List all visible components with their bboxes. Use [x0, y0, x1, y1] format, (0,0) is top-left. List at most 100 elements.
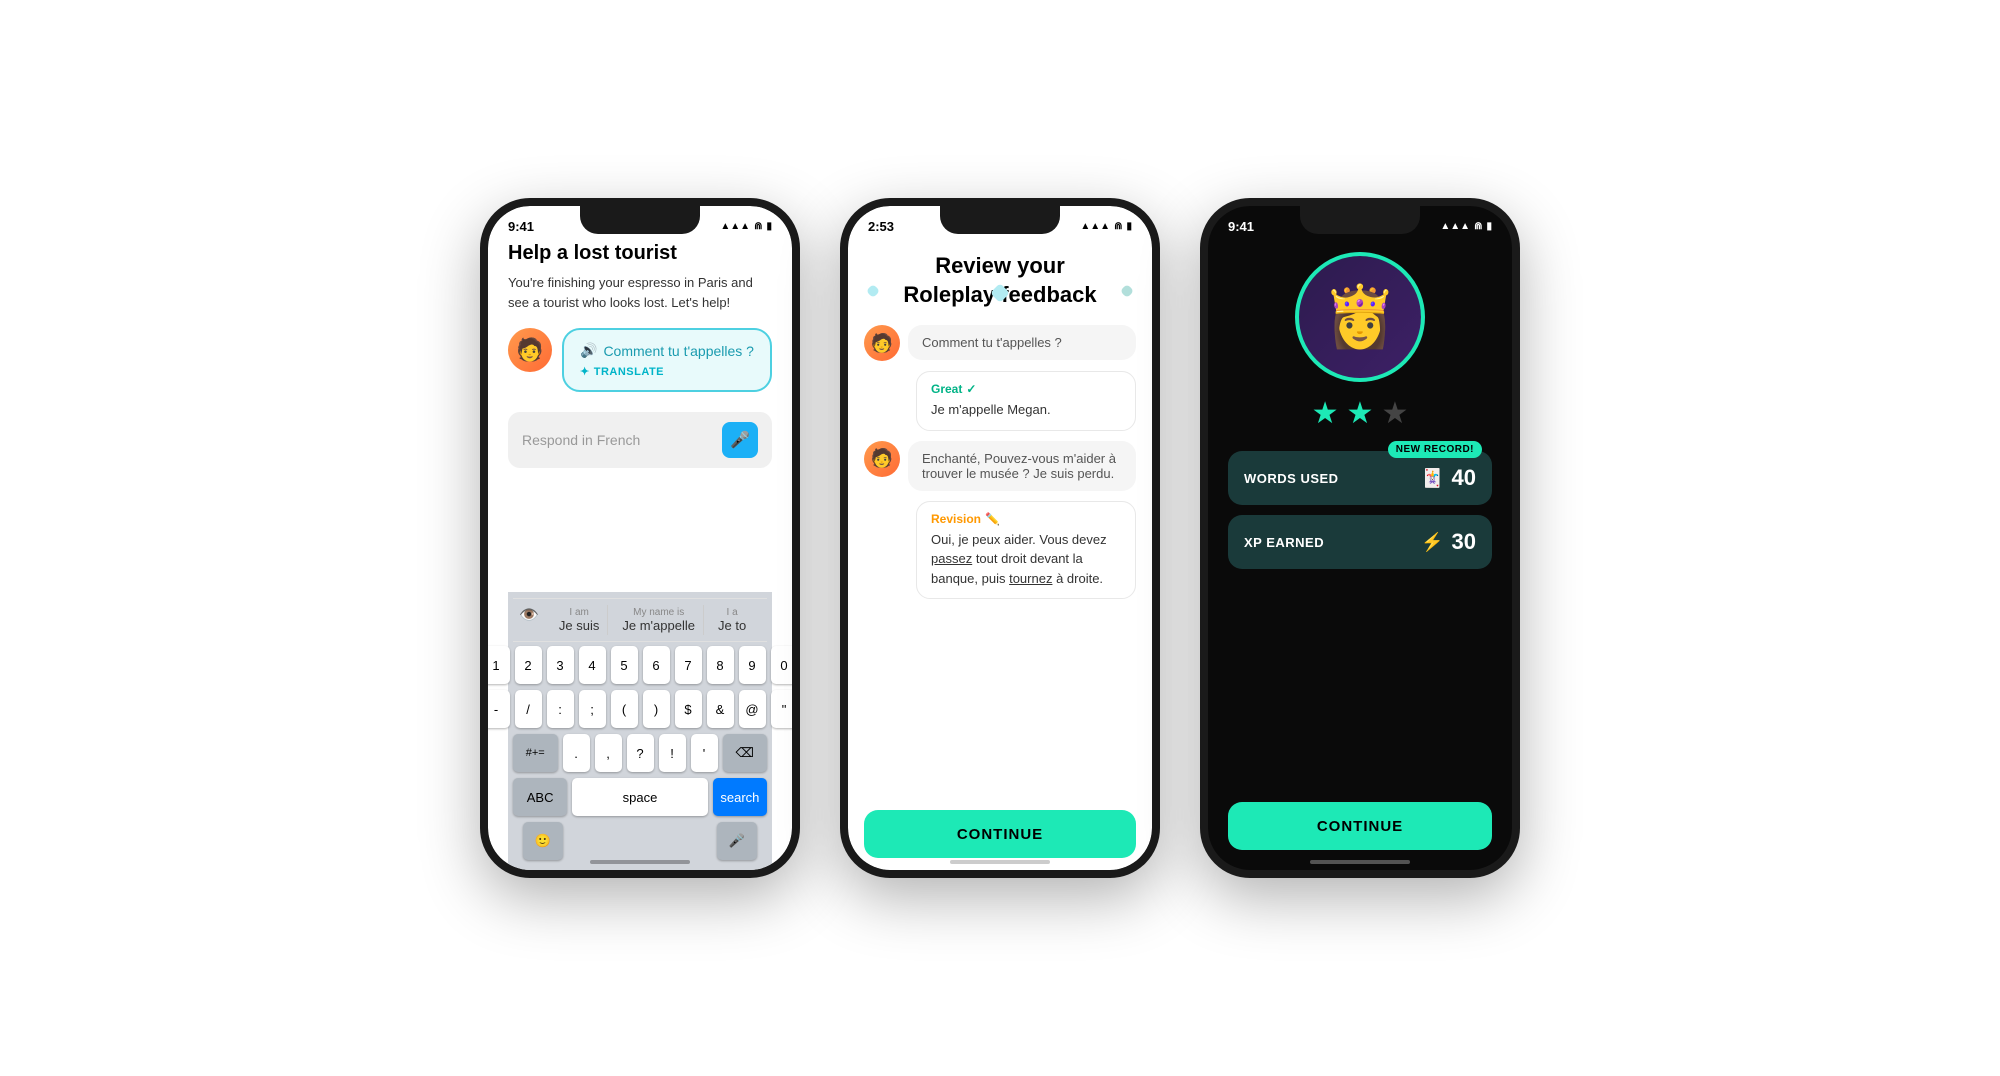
speech-bubble-1: 🔊 Comment tu t'appelles ? ✦ TRANSLATE [562, 328, 772, 392]
key-delete[interactable]: ⌫ [723, 734, 768, 772]
wifi-icon-3: ⋒ [1474, 221, 1482, 232]
battery-icon-2: ▮ [1126, 221, 1132, 232]
key-question[interactable]: ? [627, 734, 654, 772]
key-cparen[interactable]: ) [643, 690, 670, 728]
wifi-icon-1: ⋒ [754, 221, 762, 232]
suggestion-1[interactable]: I am Je suis [551, 605, 608, 635]
stars-row: ★ ★ ★ [1312, 396, 1409, 431]
translate-icon: ✦ [580, 365, 590, 378]
key-exclaim[interactable]: ! [659, 734, 686, 772]
npc-text-2: Enchanté, Pouvez-vous m'aider à trouver … [922, 451, 1116, 481]
status-icons-1: ▲▲▲ ⋒ ▮ [720, 221, 772, 232]
key-4[interactable]: 4 [579, 646, 606, 684]
key-row-numbers: 1 2 3 4 5 6 7 8 9 0 [513, 646, 767, 684]
npc-bubble-1: Comment tu t'appelles ? [908, 325, 1136, 360]
review-row-2: 🧑 Enchanté, Pouvez-vous m'aider à trouve… [864, 441, 1136, 491]
npc-text-1: Comment tu t'appelles ? [922, 335, 1062, 350]
home-indicator-3 [1310, 860, 1410, 864]
phone3-content: 👸 ★ ★ ★ NEW RECORD! WORDS USED 🃏 40 [1208, 242, 1512, 802]
answer-text-1: Je m'appelle Megan. [931, 400, 1121, 420]
notch-3 [1300, 206, 1420, 234]
npc-avatar-2b: 🧑 [864, 441, 900, 477]
continue-button-3[interactable]: CONTINUE [1228, 802, 1492, 850]
signal-icon-2: ▲▲▲ [1080, 221, 1110, 232]
time-2: 2:53 [868, 219, 894, 234]
key-mic[interactable]: 🎤 [717, 822, 757, 860]
key-1[interactable]: 1 [488, 646, 510, 684]
continue-button-2[interactable]: CONTINUE [864, 810, 1136, 858]
underline-tournez: tournez [1009, 571, 1052, 586]
phone3-layout: 👸 ★ ★ ★ NEW RECORD! WORDS USED 🃏 40 [1208, 242, 1512, 870]
star-3: ★ [1381, 396, 1408, 431]
key-slash[interactable]: / [515, 690, 542, 728]
xp-earned-value: 30 [1452, 529, 1476, 555]
wifi-icon-2: ⋒ [1114, 221, 1122, 232]
key-period[interactable]: . [563, 734, 590, 772]
signal-icon-3: ▲▲▲ [1440, 221, 1470, 232]
key-semi[interactable]: ; [579, 690, 606, 728]
xp-earned-card: XP EARNED ⚡ 30 [1228, 515, 1492, 569]
key-oparen[interactable]: ( [611, 690, 638, 728]
key-comma[interactable]: , [595, 734, 622, 772]
notch-2 [940, 206, 1060, 234]
words-used-value-area: 🃏 40 [1421, 465, 1476, 491]
mic-button[interactable]: 🎤 [722, 422, 758, 458]
status-icons-2: ▲▲▲ ⋒ ▮ [1080, 221, 1132, 232]
key-8[interactable]: 8 [707, 646, 734, 684]
words-used-label: WORDS USED [1244, 471, 1339, 486]
underline-passez: passez [931, 551, 972, 566]
character-emoji: 👸 [1323, 287, 1398, 347]
translate-button[interactable]: ✦ TRANSLATE [580, 365, 754, 378]
notch-1 [580, 206, 700, 234]
key-row-emoji: 🙂 🎤 [513, 822, 767, 860]
pencil-icon: ✏️ [985, 512, 1000, 526]
keyboard: 👁️ I am Je suis My name is Je m'appelle … [508, 592, 772, 870]
npc-avatar-2a: 🧑 [864, 325, 900, 361]
suggestion-2[interactable]: My name is Je m'appelle [614, 605, 704, 635]
star-2: ★ [1347, 396, 1374, 431]
phone2-wrapper: Review yourRoleplay feedback 🧑 Comment t… [848, 242, 1152, 870]
status-icons-3: ▲▲▲ ⋒ ▮ [1440, 221, 1492, 232]
key-7[interactable]: 7 [675, 646, 702, 684]
lesson-title: Help a lost tourist [508, 242, 772, 265]
key-emoji[interactable]: 🙂 [523, 822, 563, 860]
key-colon[interactable]: : [547, 690, 574, 728]
phone-1: 9:41 ▲▲▲ ⋒ ▮ Help a lost tourist You're … [480, 198, 800, 878]
xp-earned-value-area: ⚡ 30 [1421, 529, 1476, 555]
check-icon: ✓ [966, 382, 976, 396]
lesson-desc: You're finishing your espresso in Paris … [508, 273, 772, 312]
key-3[interactable]: 3 [547, 646, 574, 684]
key-apos[interactable]: ' [691, 734, 718, 772]
key-2[interactable]: 2 [515, 646, 542, 684]
key-quote[interactable]: " [771, 690, 793, 728]
key-abc[interactable]: ABC [513, 778, 567, 816]
lightning-icon: ⚡ [1421, 532, 1443, 553]
user-answer-1: Great ✓ Je m'appelle Megan. [916, 371, 1136, 431]
hide-icon[interactable]: 👁️ [513, 605, 545, 635]
key-at[interactable]: @ [739, 690, 766, 728]
key-9[interactable]: 9 [739, 646, 766, 684]
key-amp[interactable]: & [707, 690, 734, 728]
suggestion-3[interactable]: I a Je to [710, 605, 754, 635]
phone-2: 2:53 ▲▲▲ ⋒ ▮ Review yourRoleplay feedbac… [840, 198, 1160, 878]
review-content: 🧑 Comment tu t'appelles ? Great ✓ Je m'a… [848, 325, 1152, 800]
key-row-special: #+= . , ? ! ' ⌫ [513, 734, 767, 772]
review-title: Review yourRoleplay feedback [868, 252, 1132, 309]
key-0[interactable]: 0 [771, 646, 793, 684]
key-space[interactable]: space [572, 778, 708, 816]
french-input-area[interactable]: Respond in French 🎤 [508, 412, 772, 468]
input-placeholder: Respond in French [522, 432, 640, 448]
key-dollar[interactable]: $ [675, 690, 702, 728]
key-search[interactable]: search [713, 778, 767, 816]
key-hashplus[interactable]: #+= [513, 734, 558, 772]
time-3: 9:41 [1228, 219, 1254, 234]
time-1: 9:41 [508, 219, 534, 234]
phone-3: 9:41 ▲▲▲ ⋒ ▮ 👸 ★ ★ ★ [1200, 198, 1520, 878]
key-6[interactable]: 6 [643, 646, 670, 684]
key-dash[interactable]: - [488, 690, 510, 728]
words-used-value: 40 [1452, 465, 1476, 491]
battery-icon-1: ▮ [766, 221, 772, 232]
audio-icon[interactable]: 🔊 [580, 342, 597, 359]
user-answer-2: Revision ✏️ Oui, je peux aider. Vous dev… [916, 501, 1136, 600]
key-5[interactable]: 5 [611, 646, 638, 684]
